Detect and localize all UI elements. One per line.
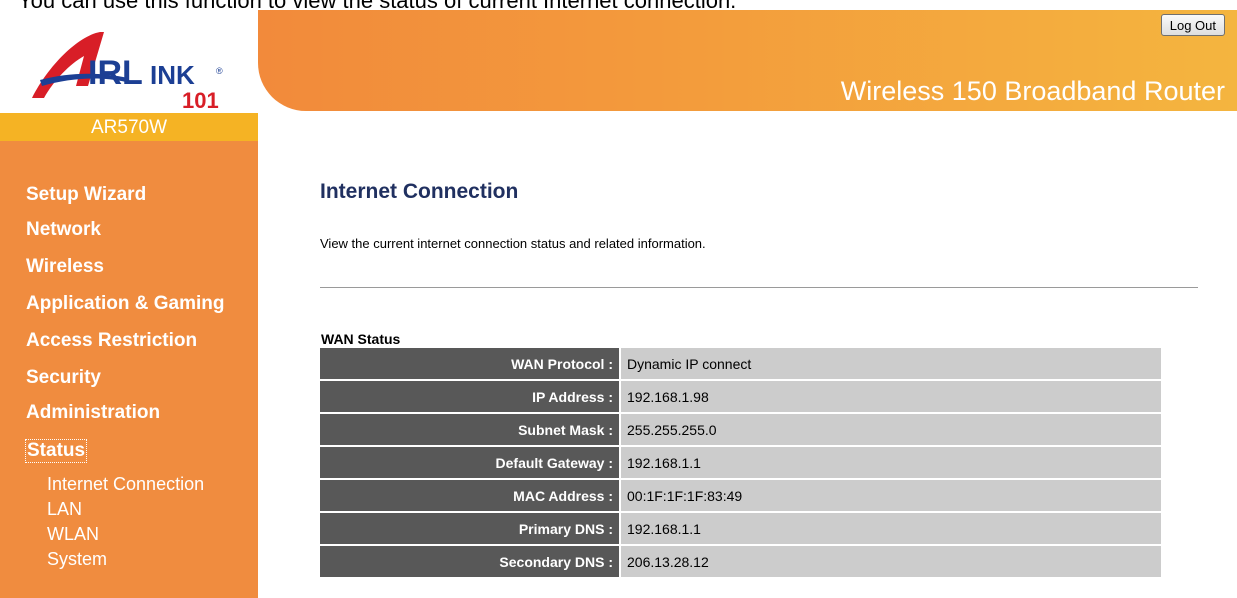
router-name: Wireless 150 Broadband Router <box>840 76 1225 106</box>
row-label: Primary DNS : <box>320 512 621 546</box>
row-value: Dynamic IP connect <box>620 348 1161 381</box>
row-label: WAN Protocol : <box>320 348 621 381</box>
sidebar-item-security[interactable]: Security <box>26 367 101 389</box>
table-row: IP Address : 192.168.1.98 <box>320 380 1161 414</box>
sidebar-item-network[interactable]: Network <box>26 219 101 241</box>
sidebar-item-wireless[interactable]: Wireless <box>26 256 104 278</box>
row-value: 255.255.255.0 <box>620 413 1161 447</box>
sidebar-item-access-restriction[interactable]: Access Restriction <box>26 330 197 352</box>
logo-101: 101 <box>182 88 219 113</box>
wan-status-heading: WAN Status <box>321 331 401 347</box>
sidebar-subitem-system[interactable]: System <box>47 549 107 570</box>
row-value: 192.168.1.1 <box>620 512 1161 546</box>
sidebar-nav: Setup Wizard Network Wireless Applicatio… <box>0 141 258 598</box>
table-row: WAN Protocol : Dynamic IP connect <box>320 348 1161 381</box>
row-label: Secondary DNS : <box>320 545 621 579</box>
sidebar-subitem-internet-connection[interactable]: Internet Connection <box>47 474 204 495</box>
header-banner: Log Out Wireless 150 Broadband Router <box>258 10 1237 111</box>
table-row: Secondary DNS : 206.13.28.12 <box>320 545 1161 579</box>
logo-lettering: IRL <box>88 54 143 92</box>
table-row: MAC Address : 00:1F:1F:1F:83:49 <box>320 479 1161 513</box>
sidebar-subitem-wlan[interactable]: WLAN <box>47 524 99 545</box>
row-label: IP Address : <box>320 380 621 414</box>
row-value: 00:1F:1F:1F:83:49 <box>620 479 1161 513</box>
row-value: 192.168.1.1 <box>620 446 1161 480</box>
logo-lettering-ink: INK <box>150 60 195 90</box>
model-name: AR570W <box>90 117 168 138</box>
table-row: Default Gateway : 192.168.1.1 <box>320 446 1161 480</box>
sidebar-item-administration[interactable]: Administration <box>26 402 160 424</box>
row-value: 192.168.1.98 <box>620 380 1161 414</box>
logout-button[interactable]: Log Out <box>1160 14 1225 36</box>
sidebar-item-setup-wizard[interactable]: Setup Wizard <box>26 184 146 206</box>
row-label: MAC Address : <box>320 479 621 513</box>
sidebar-item-application-gaming[interactable]: Application & Gaming <box>26 293 224 315</box>
row-label: Subnet Mask : <box>320 413 621 447</box>
table-row: Subnet Mask : 255.255.255.0 <box>320 413 1161 447</box>
model-bar: AR570W <box>0 113 258 141</box>
sidebar-item-status[interactable]: Status <box>25 439 88 463</box>
airlink-logo: IRL INK ® 101 <box>32 32 223 113</box>
divider <box>320 287 1198 288</box>
page-description: View the current internet connection sta… <box>320 236 706 251</box>
table-row: Primary DNS : 192.168.1.1 <box>320 512 1161 546</box>
page-title: Internet Connection <box>320 180 519 203</box>
sidebar-subitem-lan[interactable]: LAN <box>47 499 82 520</box>
row-value: 206.13.28.12 <box>620 545 1161 579</box>
row-label: Default Gateway : <box>320 446 621 480</box>
wan-status-table: WAN Protocol : Dynamic IP connect IP Add… <box>320 348 1161 579</box>
logo-registered: ® <box>216 66 223 76</box>
